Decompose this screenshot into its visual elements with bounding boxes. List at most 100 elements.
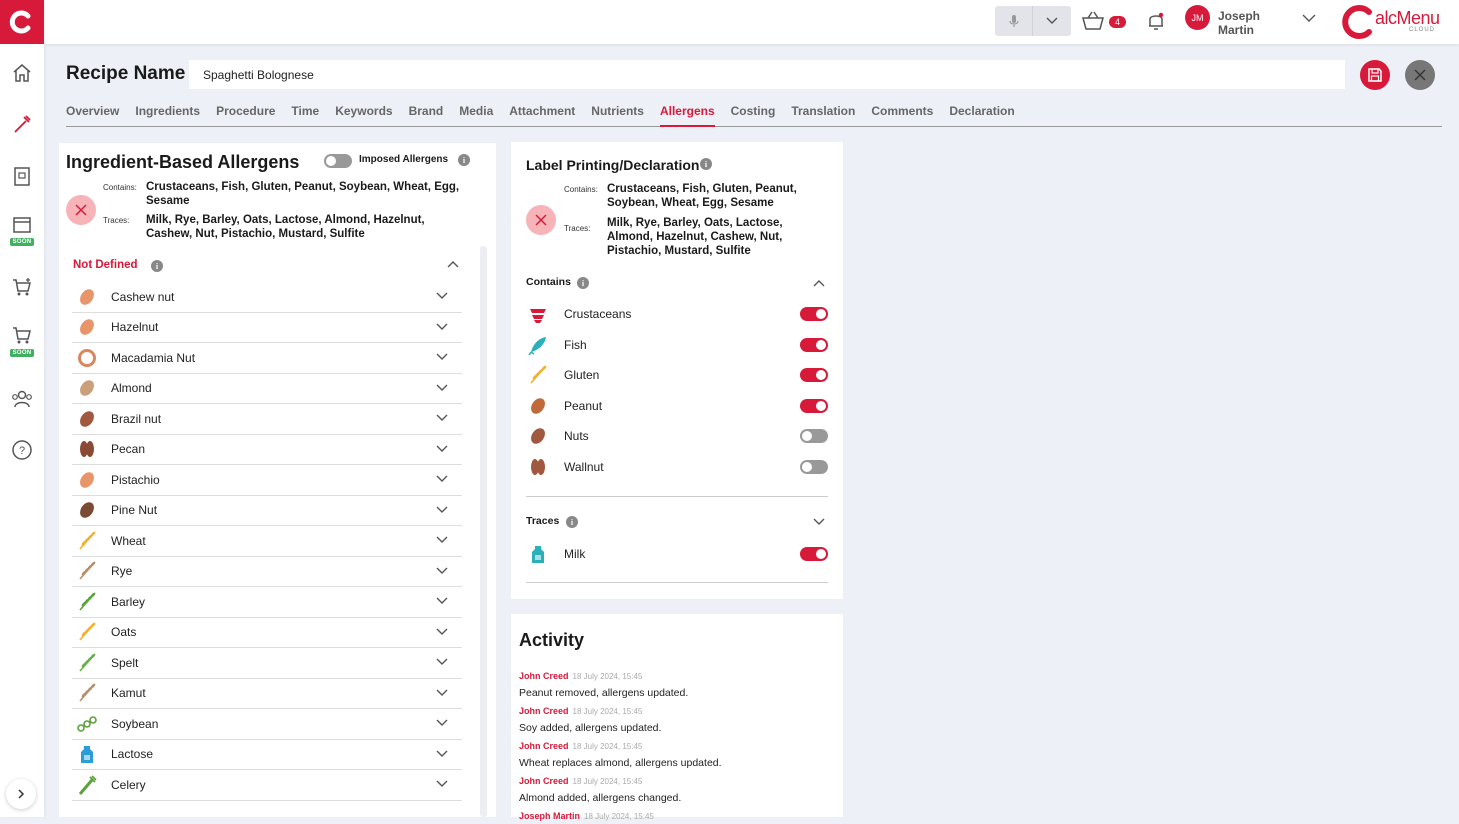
expand-sidebar-button[interactable]	[6, 779, 36, 809]
tab-attachment[interactable]: Attachment	[509, 104, 575, 127]
chevron-down-icon[interactable]	[436, 750, 448, 758]
allergen-toggle[interactable]	[800, 429, 828, 444]
sidebar-item-home[interactable]	[0, 62, 44, 84]
cart-icon	[13, 327, 31, 344]
allergen-row: Peanut	[526, 391, 828, 421]
chevron-down-icon[interactable]	[436, 567, 448, 575]
chevron-down-icon[interactable]	[436, 536, 448, 544]
chevron-down-icon[interactable]	[436, 292, 448, 300]
chevron-down-icon[interactable]	[436, 719, 448, 727]
tab-ingredients[interactable]: Ingredients	[135, 104, 200, 127]
info-icon[interactable]: i	[151, 260, 163, 272]
avatar[interactable]: JM	[1185, 5, 1210, 30]
sidebar-item-cart[interactable]: SOON	[0, 324, 44, 357]
list-item[interactable]: Wheat	[72, 526, 462, 557]
imposed-allergens-toggle[interactable]	[324, 154, 352, 168]
sidebar-item-cart-add[interactable]	[0, 276, 44, 298]
tab-declaration[interactable]: Declaration	[949, 104, 1014, 127]
basket-button[interactable]	[1081, 10, 1105, 37]
app-logo[interactable]	[0, 0, 44, 44]
tab-allergens[interactable]: Allergens	[659, 104, 715, 127]
tab-translation[interactable]: Translation	[791, 104, 855, 127]
chevron-down-icon[interactable]	[436, 353, 448, 361]
list-item[interactable]: Oats	[72, 618, 462, 648]
list-item[interactable]: Barley	[72, 587, 462, 618]
save-button[interactable]	[1360, 60, 1390, 90]
sidebar-item-recipes[interactable]	[0, 113, 44, 135]
recipe-name-input[interactable]	[189, 60, 1345, 89]
list-item[interactable]: Kamut	[72, 679, 462, 709]
chevron-down-icon[interactable]	[436, 597, 448, 605]
chevron-down-icon[interactable]	[436, 658, 448, 666]
sidebar-item-menus[interactable]	[0, 165, 44, 187]
close-button[interactable]	[1405, 60, 1435, 90]
tab-keywords[interactable]: Keywords	[335, 104, 392, 127]
chevron-down-icon[interactable]	[436, 475, 448, 483]
list-item[interactable]: Cashew nut	[72, 282, 462, 313]
microphone-button[interactable]	[995, 6, 1033, 36]
notifications-button[interactable]	[1146, 10, 1166, 37]
info-icon[interactable]: i	[577, 277, 589, 289]
remove-declaration-button[interactable]	[526, 205, 556, 235]
allergen-toggle[interactable]	[800, 368, 828, 383]
activity-user[interactable]: Joseph Martin	[519, 811, 580, 821]
chevron-down-icon[interactable]	[436, 628, 448, 636]
chevron-down-icon[interactable]	[436, 780, 448, 788]
activity-message: Soy added, allergens updated.	[519, 722, 662, 734]
chevron-up-icon[interactable]	[813, 279, 825, 287]
chevron-down-icon[interactable]	[436, 384, 448, 392]
allergen-toggle[interactable]	[800, 547, 828, 561]
not-defined-section-title[interactable]: Not Defined	[73, 259, 138, 271]
activity-user[interactable]: John Creed	[519, 741, 569, 751]
info-icon[interactable]: i	[458, 154, 470, 166]
list-item[interactable]: Pine Nut	[72, 496, 462, 526]
list-item[interactable]: Soybean	[72, 709, 462, 740]
user-name[interactable]: Joseph Martin	[1218, 9, 1288, 37]
tab-time[interactable]: Time	[291, 104, 319, 127]
traces-section-title[interactable]: Traces	[526, 515, 559, 527]
info-icon[interactable]: i	[700, 158, 712, 170]
list-item[interactable]: Celery	[72, 770, 462, 801]
list-item[interactable]: Spelt	[72, 648, 462, 679]
chevron-up-icon[interactable]	[447, 260, 459, 268]
scrollbar[interactable]	[480, 246, 487, 817]
chevron-down-icon[interactable]	[436, 506, 448, 514]
list-item[interactable]: Pecan	[72, 435, 462, 465]
allergen-toggle[interactable]	[800, 398, 828, 413]
tab-brand[interactable]: Brand	[409, 104, 444, 127]
sidebar-item-help[interactable]: ?	[0, 439, 44, 461]
info-icon[interactable]: i	[566, 516, 578, 528]
allergen-toggle[interactable]	[800, 460, 828, 474]
list-item[interactable]: Hazelnut	[72, 313, 462, 343]
list-item[interactable]: Macadamia Nut	[72, 343, 462, 374]
tab-media[interactable]: Media	[459, 104, 493, 127]
tab-comments[interactable]: Comments	[871, 104, 933, 127]
list-item[interactable]: Rye	[72, 557, 462, 587]
tab-overview[interactable]: Overview	[66, 104, 119, 127]
list-item[interactable]: Almond	[72, 374, 462, 404]
tab-nutrients[interactable]: Nutrients	[591, 104, 644, 127]
sidebar-item-calendar[interactable]: SOON	[0, 213, 44, 246]
activity-user[interactable]: John Creed	[519, 706, 569, 716]
activity-user[interactable]: John Creed	[519, 671, 569, 681]
remove-allergens-button[interactable]	[66, 195, 96, 225]
list-item[interactable]: Lactose	[72, 740, 462, 770]
contains-section-title[interactable]: Contains	[526, 276, 571, 288]
chevron-down-icon[interactable]	[436, 689, 448, 697]
user-menu-button[interactable]	[1302, 10, 1316, 28]
list-item[interactable]: Brazil nut	[72, 404, 462, 435]
chevron-down-icon[interactable]	[436, 323, 448, 331]
chevron-down-icon[interactable]	[813, 518, 825, 526]
chevron-down-icon[interactable]	[436, 414, 448, 422]
allergen-icon-wrapper	[526, 333, 550, 357]
chevron-down-icon[interactable]	[436, 445, 448, 453]
sidebar-item-users[interactable]	[0, 388, 44, 410]
allergen-toggle[interactable]	[800, 307, 828, 321]
voice-dropdown-button[interactable]	[1033, 6, 1071, 36]
activity-user[interactable]: John Creed	[519, 776, 569, 786]
allergen-toggle[interactable]	[800, 337, 828, 352]
tab-costing[interactable]: Costing	[731, 104, 776, 127]
tab-procedure[interactable]: Procedure	[216, 104, 275, 127]
users-icon	[12, 390, 32, 408]
list-item[interactable]: Pistachio	[72, 465, 462, 496]
